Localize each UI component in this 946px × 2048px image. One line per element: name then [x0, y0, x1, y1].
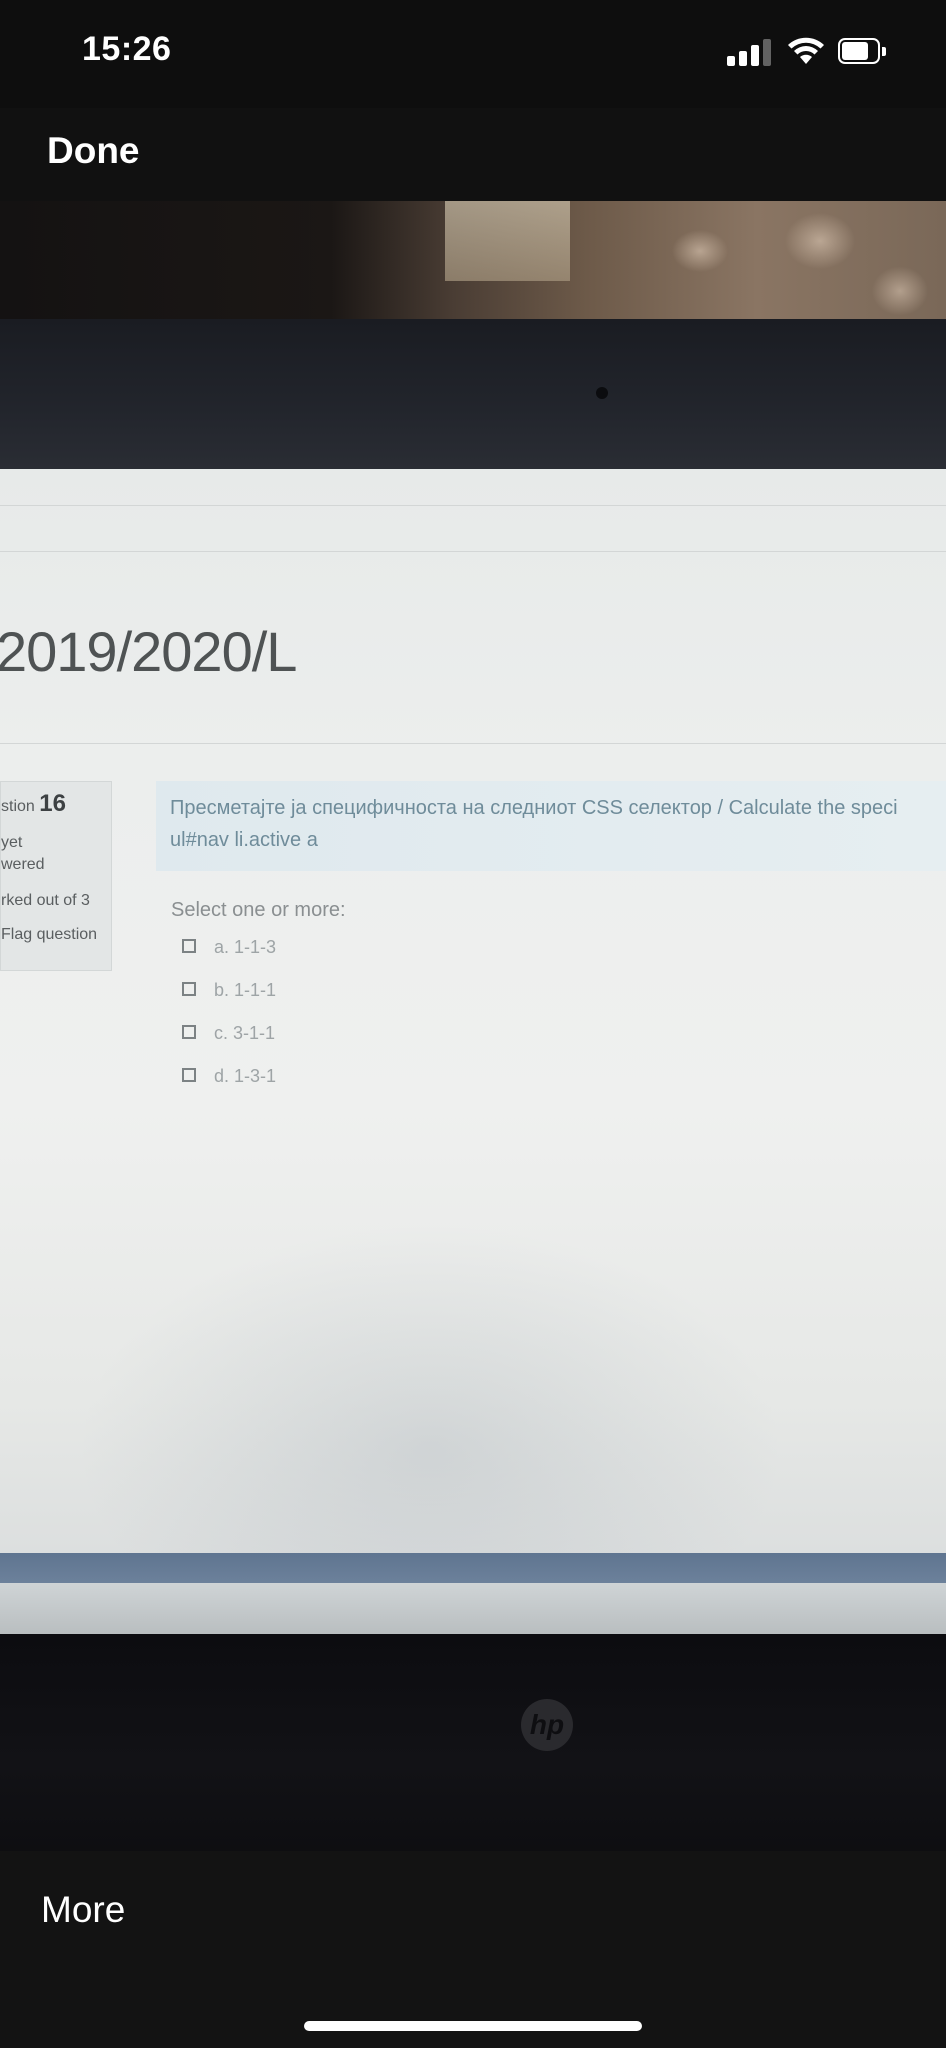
picture-frame	[445, 201, 570, 281]
divider	[0, 551, 946, 552]
laptop-bezel-top	[0, 319, 946, 469]
page-footer-strip	[0, 1553, 946, 1583]
hp-logo: hp	[521, 1699, 573, 1751]
question-prefix: stion	[1, 798, 35, 815]
course-title: 2019/2020/L	[0, 620, 297, 683]
question-number: 16	[39, 790, 66, 817]
option-label: a. 1-1-3	[214, 937, 277, 957]
divider	[0, 505, 946, 506]
nav-bar: Done	[0, 108, 946, 201]
question-text: Пресметајте ја специфичноста на следниот…	[170, 797, 898, 819]
cellular-signal-icon	[727, 38, 771, 66]
option-label: c. 3-1-1	[214, 1023, 276, 1043]
status-line2: wered	[1, 856, 45, 873]
marks-label: rked out of 3	[1, 892, 90, 909]
status-line1: yet	[1, 834, 23, 851]
option-label: d. 1-3-1	[214, 1066, 277, 1086]
question-selector: ul#nav li.active a	[170, 829, 318, 851]
more-button[interactable]: More	[41, 1889, 125, 1931]
status-bar: 15:26	[0, 0, 946, 108]
checkbox[interactable]	[182, 982, 196, 996]
laptop-screen: 2019/2020/L stion 16 yet wered rked out …	[0, 469, 946, 1634]
battery-icon	[838, 38, 888, 66]
laptop-bezel-bottom	[0, 1634, 946, 1851]
home-indicator[interactable]	[304, 2021, 642, 2031]
flag-question-link[interactable]: Flag question	[1, 926, 97, 944]
question-info-box: stion 16 yet wered rked out of 3 Flag qu…	[0, 781, 112, 971]
status-time: 15:26	[82, 30, 172, 68]
question-text-box: Пресметајте ја специфичноста на следниот…	[156, 781, 946, 871]
checkbox[interactable]	[182, 1068, 196, 1082]
webcam-icon	[596, 387, 608, 399]
done-button[interactable]: Done	[47, 130, 140, 172]
checkbox[interactable]	[182, 939, 196, 953]
photo-view[interactable]: 2019/2020/L stion 16 yet wered rked out …	[0, 201, 946, 1851]
select-instructions: Select one or more:	[171, 899, 346, 921]
checkbox[interactable]	[182, 1025, 196, 1039]
bottom-toolbar: More	[0, 1851, 946, 2048]
wifi-icon	[788, 37, 824, 64]
option-label: b. 1-1-1	[214, 980, 277, 1000]
page-footer	[0, 1583, 946, 1634]
curtain-pattern	[640, 201, 946, 331]
divider	[0, 743, 946, 744]
